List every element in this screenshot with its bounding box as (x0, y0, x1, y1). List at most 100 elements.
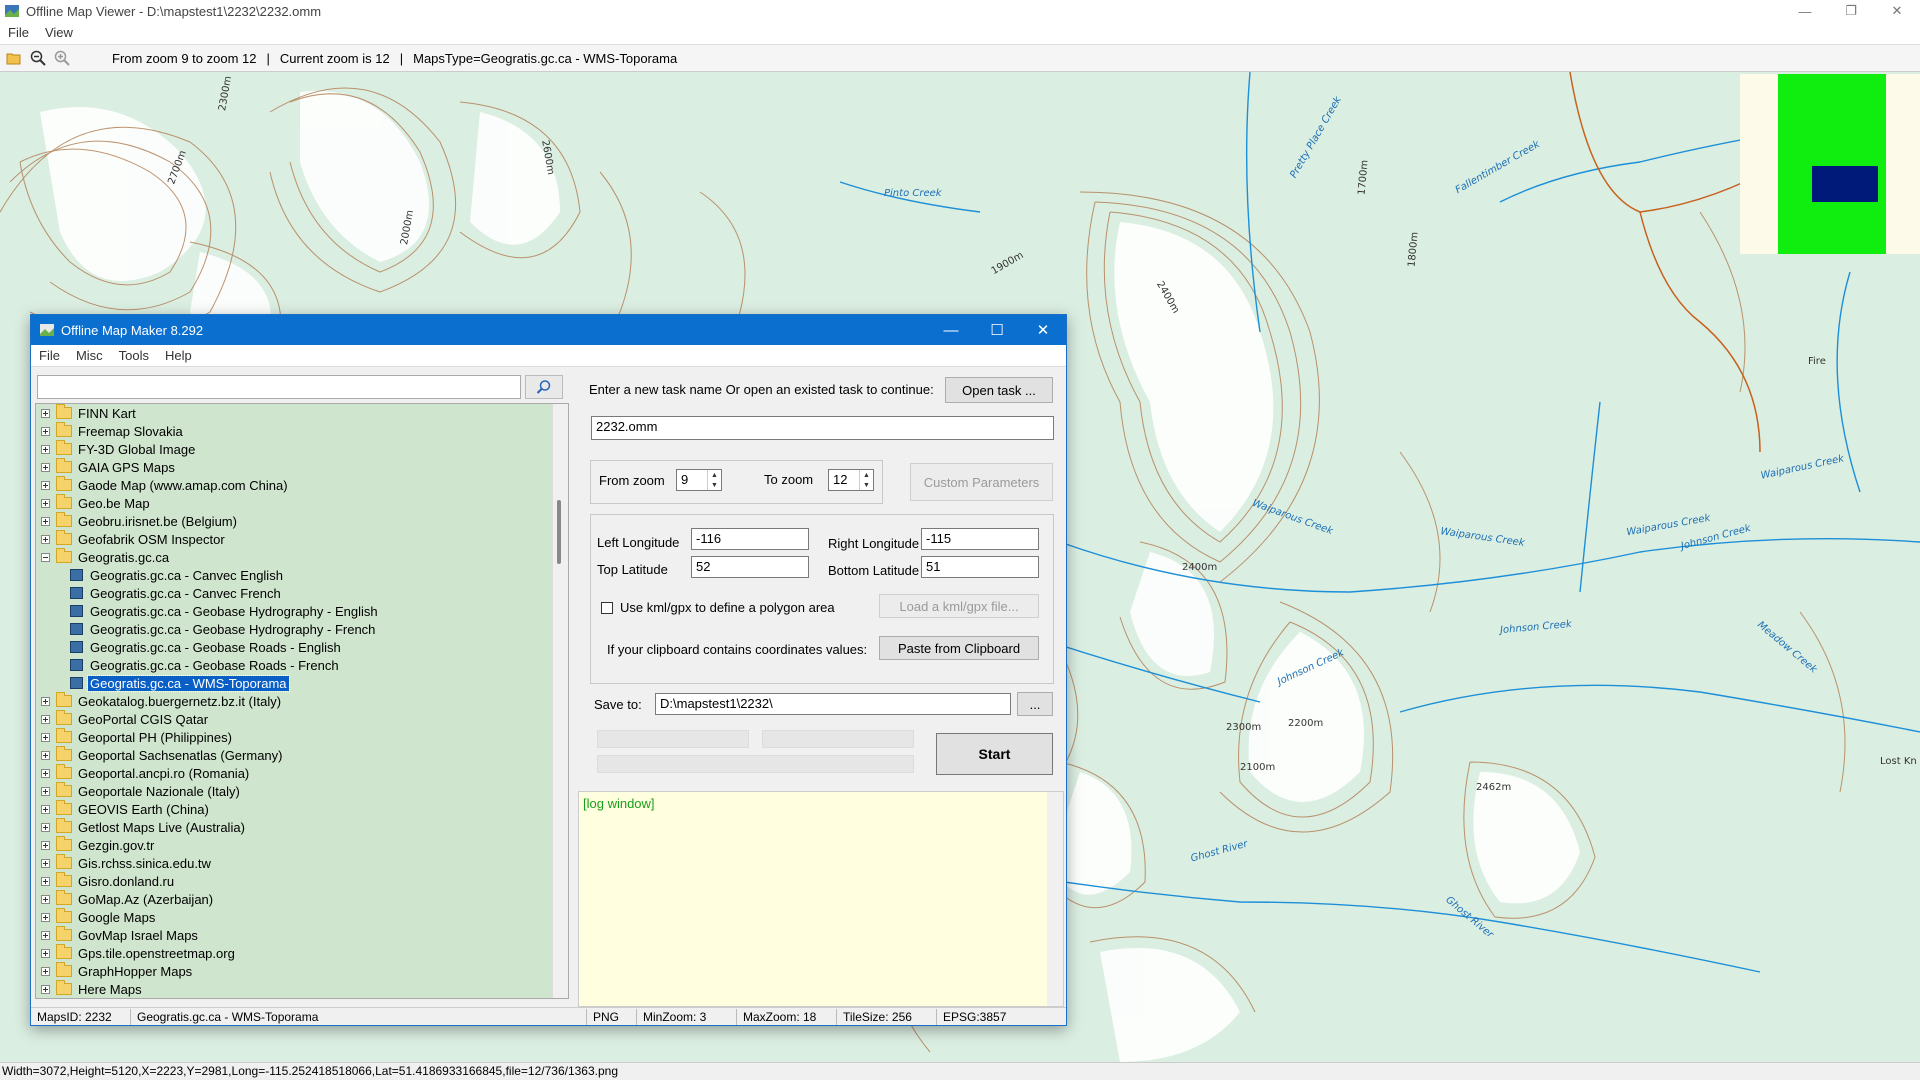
maps-search-input[interactable] (37, 375, 521, 399)
maker-close-icon[interactable]: ✕ (1020, 315, 1066, 345)
top-latitude-input[interactable]: 52 (691, 556, 809, 578)
tree-folder-item[interactable]: Getlost Maps Live (Australia) (36, 818, 568, 836)
zoom-out-icon[interactable] (28, 48, 48, 68)
tree-folder-item[interactable]: Geoportal Sachsenatlas (Germany) (36, 746, 568, 764)
expand-icon[interactable] (41, 516, 50, 526)
expand-icon[interactable] (41, 480, 50, 490)
restore-icon[interactable]: ❐ (1828, 0, 1874, 22)
maker-menu-help[interactable]: Help (157, 348, 200, 363)
tree-map-item[interactable]: Geogratis.gc.ca - Canvec English (36, 566, 568, 584)
tree-folder-item[interactable]: Geogratis.gc.ca (36, 548, 568, 566)
expand-icon[interactable] (41, 408, 50, 418)
tree-folder-item[interactable]: GovMap Israel Maps (36, 926, 568, 944)
maker-minimize-icon[interactable]: — (928, 315, 974, 345)
expand-icon[interactable] (41, 534, 50, 544)
minimap[interactable] (1740, 74, 1920, 254)
expand-icon[interactable] (41, 768, 50, 778)
start-button[interactable]: Start (936, 733, 1053, 775)
menu-file[interactable]: File (0, 25, 37, 40)
tree-folder-item[interactable]: Geofabrik OSM Inspector (36, 530, 568, 548)
minimize-icon[interactable]: — (1782, 0, 1828, 22)
bottom-latitude-input[interactable]: 51 (921, 556, 1039, 578)
to-zoom-spinner[interactable]: 12 ▲ ▼ (828, 469, 874, 491)
expand-icon[interactable] (41, 840, 50, 850)
expand-icon[interactable] (41, 894, 50, 904)
expand-icon[interactable] (41, 750, 50, 760)
collapse-icon[interactable] (41, 552, 50, 562)
expand-icon[interactable] (41, 696, 50, 706)
tree-folder-item[interactable]: FY-3D Global Image (36, 440, 568, 458)
expand-icon[interactable] (41, 912, 50, 922)
close-icon[interactable]: ✕ (1874, 0, 1920, 22)
tree-folder-item[interactable]: Gisro.donland.ru (36, 872, 568, 890)
tree-folder-item[interactable]: Geokatalog.buergernetz.bz.it (Italy) (36, 692, 568, 710)
save-to-input[interactable]: D:\mapstest1\2232\ (655, 693, 1011, 715)
tree-folder-item[interactable]: FINN Kart (36, 404, 568, 422)
tree-map-item[interactable]: Geogratis.gc.ca - Geobase Roads - Englis… (36, 638, 568, 656)
expand-icon[interactable] (41, 426, 50, 436)
load-kml-button[interactable]: Load a kml/gpx file... (879, 594, 1039, 618)
map-label-pinto-creek: Pinto Creek (884, 188, 942, 199)
from-zoom-spinner[interactable]: 9 ▲ ▼ (676, 469, 722, 491)
expand-icon[interactable] (41, 876, 50, 886)
expand-icon[interactable] (41, 822, 50, 832)
kml-polygon-checkbox[interactable] (601, 602, 613, 614)
tree-folder-item[interactable]: Geo.be Map (36, 494, 568, 512)
tree-folder-item[interactable]: Freemap Slovakia (36, 422, 568, 440)
tree-folder-item[interactable]: Gis.rchss.sinica.edu.tw (36, 854, 568, 872)
tree-map-item[interactable]: Geogratis.gc.ca - Canvec French (36, 584, 568, 602)
tree-item-label: Geogratis.gc.ca - Geobase Hydrography - … (90, 603, 378, 619)
expand-icon[interactable] (41, 948, 50, 958)
tree-folder-item[interactable]: Geoportal.ancpi.ro (Romania) (36, 764, 568, 782)
zoom-in-icon[interactable] (52, 48, 72, 68)
tree-folder-item[interactable]: Gps.tile.openstreetmap.org (36, 944, 568, 962)
tree-folder-item[interactable]: Geoportal PH (Philippines) (36, 728, 568, 746)
maker-maximize-icon[interactable]: ☐ (974, 315, 1020, 345)
custom-parameters-button[interactable]: Custom Parameters (910, 463, 1053, 501)
tree-folder-item[interactable]: GAIA GPS Maps (36, 458, 568, 476)
tree-folder-item[interactable]: Geoportale Nazionale (Italy) (36, 782, 568, 800)
expand-icon[interactable] (41, 930, 50, 940)
task-name-input[interactable]: 2232.omm (591, 416, 1054, 440)
maker-titlebar[interactable]: Offline Map Maker 8.292 — ☐ ✕ (31, 315, 1066, 345)
expand-icon[interactable] (41, 714, 50, 724)
menu-view[interactable]: View (37, 25, 81, 40)
right-longitude-input[interactable]: -115 (921, 528, 1039, 550)
expand-icon[interactable] (41, 858, 50, 868)
tree-folder-item[interactable]: Gezgin.gov.tr (36, 836, 568, 854)
paste-clipboard-button[interactable]: Paste from Clipboard (879, 636, 1039, 660)
tree-folder-item[interactable]: Geobru.irisnet.be (Belgium) (36, 512, 568, 530)
maker-menu-tools[interactable]: Tools (111, 348, 157, 363)
log-scrollbar[interactable] (1047, 792, 1063, 1006)
open-task-button[interactable]: Open task ... (945, 377, 1053, 403)
expand-icon[interactable] (41, 498, 50, 508)
expand-icon[interactable] (41, 444, 50, 454)
tree-folder-item[interactable]: GoMap.Az (Azerbaijan) (36, 890, 568, 908)
expand-icon[interactable] (41, 804, 50, 814)
tree-folder-item[interactable]: Gaode Map (www.amap.com China) (36, 476, 568, 494)
browse-button[interactable]: ... (1017, 692, 1053, 716)
expand-icon[interactable] (41, 984, 50, 994)
tree-folder-item[interactable]: GEOVIS Earth (China) (36, 800, 568, 818)
expand-icon[interactable] (41, 786, 50, 796)
tree-folder-item[interactable]: Here Maps (36, 980, 568, 998)
expand-icon[interactable] (41, 462, 50, 472)
tree-folder-item[interactable]: Google Maps (36, 908, 568, 926)
tree-folder-item[interactable]: GeoPortal CGIS Qatar (36, 710, 568, 728)
maker-menu-misc[interactable]: Misc (68, 348, 111, 363)
left-longitude-input[interactable]: -116 (691, 528, 809, 550)
open-folder-icon[interactable] (4, 48, 24, 68)
expand-icon[interactable] (41, 966, 50, 976)
tree-map-item[interactable]: Geogratis.gc.ca - Geobase Roads - French (36, 656, 568, 674)
search-button[interactable] (525, 375, 563, 399)
tree-scrollbar[interactable] (552, 404, 568, 998)
tree-folder-item[interactable]: GraphHopper Maps (36, 962, 568, 980)
log-window[interactable]: [log window] (578, 791, 1064, 1007)
expand-icon[interactable] (41, 732, 50, 742)
minimap-viewport[interactable] (1812, 166, 1878, 202)
maker-menu-file[interactable]: File (31, 348, 68, 363)
maps-tree[interactable]: FINN Kart Freemap Slovakia FY-3D Global Im… (35, 403, 569, 999)
tree-map-item[interactable]: Geogratis.gc.ca - Geobase Hydrography - … (36, 602, 568, 620)
tree-map-item[interactable]: Geogratis.gc.ca - WMS-Toporama (36, 674, 568, 692)
tree-map-item[interactable]: Geogratis.gc.ca - Geobase Hydrography - … (36, 620, 568, 638)
